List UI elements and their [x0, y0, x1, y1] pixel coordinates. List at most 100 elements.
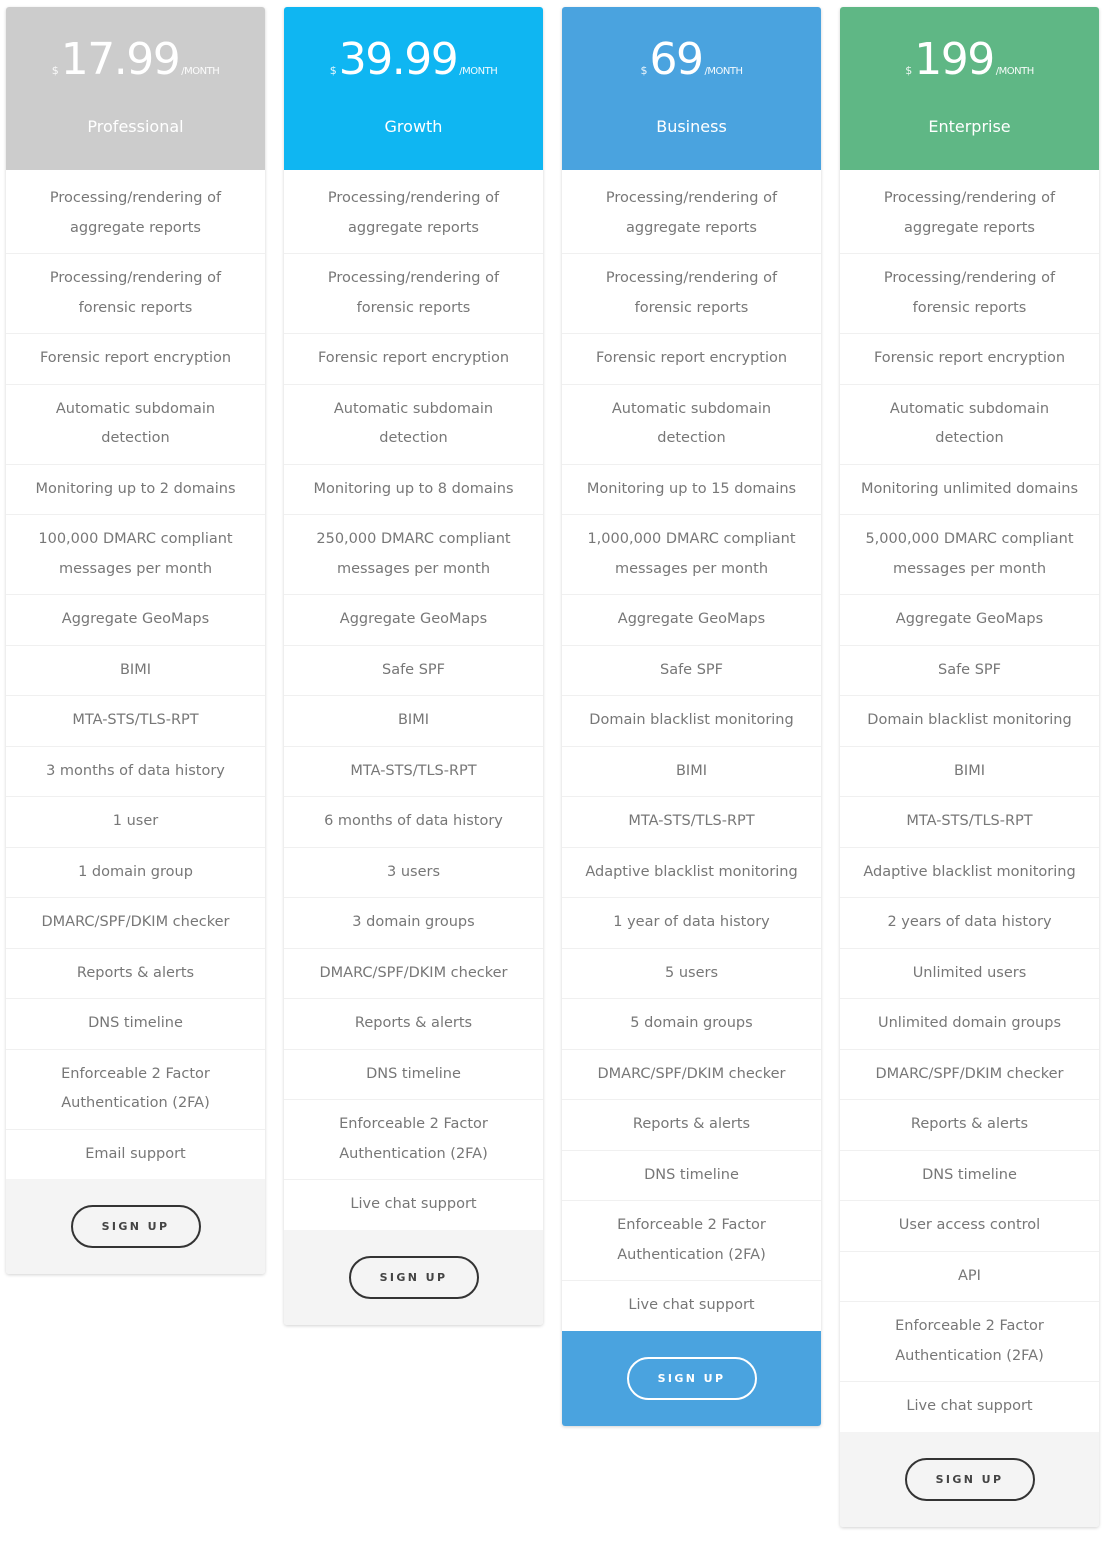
feature-item: Forensic report encryption: [284, 333, 543, 384]
feature-item: Forensic report encryption: [6, 333, 265, 384]
feature-item: 250,000 DMARC compliant messages per mon…: [284, 514, 543, 594]
feature-item: Processing/rendering of aggregate report…: [883, 190, 1056, 236]
plan-name: Business: [656, 117, 727, 136]
feature-item: 1 year of data history: [562, 897, 821, 948]
pricing-card-growth: $39.99/MONTH Growth Processing/rendering o…: [284, 7, 543, 1325]
feature-item: DNS timeline: [840, 1149, 1099, 1201]
price-amount: 69: [649, 34, 705, 85]
feature-item: Aggregate GeoMaps: [6, 594, 265, 645]
feature-item: 3 domain groups: [284, 897, 543, 948]
feature-item: Unlimited users: [840, 947, 1099, 999]
feature-item: 100,000 DMARC compliant messages per mon…: [6, 514, 265, 594]
feature-item: Enforceable 2 Factor Authentication (2FA…: [840, 1301, 1099, 1381]
feature-item: Unlimited domain groups: [840, 998, 1099, 1049]
feature-item: Processing/rendering of aggregate report…: [327, 190, 500, 236]
feature-item: Forensic report encryption: [562, 333, 821, 384]
feature-item: MTA-STS/TLS-RPT: [284, 745, 543, 797]
card-header: $199/MONTH Enterprise: [840, 7, 1099, 170]
price: $17.99/MONTH: [6, 35, 265, 85]
feature-item: Processing/rendering of forensic reports: [562, 253, 821, 333]
feature-item: 5 users: [562, 947, 821, 999]
feature-item: User access control: [840, 1200, 1099, 1251]
sign-up-button[interactable]: SIGN UP: [70, 1205, 201, 1248]
price: $69/MONTH: [562, 35, 821, 85]
feature-item: BIMI: [284, 695, 543, 746]
card-header: $39.99/MONTH Growth: [284, 7, 543, 170]
feature-item: BIMI: [562, 745, 821, 797]
feature-item: Reports & alerts: [840, 1099, 1099, 1150]
plan-name: Growth: [384, 117, 443, 136]
feature-item: BIMI: [840, 745, 1099, 797]
price: $199/MONTH: [840, 35, 1099, 85]
feature-item: DMARC/SPF/DKIM checker: [562, 1048, 821, 1100]
feature-item: 2 years of data history: [840, 897, 1099, 948]
feature-item: Adaptive blacklist monitoring: [840, 846, 1099, 898]
feature-item: BIMI: [6, 644, 265, 696]
feature-item: Safe SPF: [840, 644, 1099, 696]
price-period: /MONTH: [459, 66, 498, 77]
feature-item: Automatic subdomain detection: [562, 383, 821, 464]
feature-item: Domain blacklist monitoring: [840, 695, 1099, 746]
pricing-card-professional: $17.99/MONTH Professional Processing/rende…: [6, 7, 265, 1274]
feature-item: Email support: [6, 1128, 265, 1180]
feature-item: DMARC/SPF/DKIM checker: [284, 947, 543, 999]
feature-list: Processing/rendering of aggregate report…: [6, 170, 265, 1179]
feature-item: Live chat support: [840, 1381, 1099, 1432]
feature-item: Safe SPF: [562, 644, 821, 696]
feature-item: MTA-STS/TLS-RPT: [6, 695, 265, 746]
feature-list: Processing/rendering of aggregate report…: [840, 170, 1099, 1432]
feature-item: Live chat support: [284, 1179, 543, 1230]
pricing-card-enterprise: $199/MONTH Enterprise Processing/rendering…: [840, 7, 1099, 1527]
price-period: /MONTH: [181, 66, 220, 77]
sign-up-button[interactable]: SIGN UP: [904, 1457, 1035, 1501]
feature-item: Processing/rendering of aggregate report…: [49, 190, 222, 236]
feature-item: Adaptive blacklist monitoring: [562, 846, 821, 898]
feature-item: Processing/rendering of forensic reports: [6, 253, 265, 333]
card-footer: SIGN UP: [840, 1431, 1099, 1527]
feature-item: DNS timeline: [6, 998, 265, 1049]
feature-item: 5,000,000 DMARC compliant messages per m…: [840, 514, 1099, 594]
feature-item: Aggregate GeoMaps: [840, 594, 1099, 645]
feature-item: Enforceable 2 Factor Authentication (2FA…: [562, 1200, 821, 1280]
feature-item: DNS timeline: [284, 1048, 543, 1100]
feature-item: DMARC/SPF/DKIM checker: [6, 897, 265, 948]
price-amount: 39.99: [338, 34, 459, 85]
feature-item: MTA-STS/TLS-RPT: [840, 796, 1099, 847]
price-period: /MONTH: [704, 66, 743, 77]
feature-item: Automatic subdomain detection: [840, 383, 1099, 464]
card-footer: SIGN UP: [284, 1229, 543, 1325]
plan-name: Professional: [87, 117, 184, 136]
sign-up-button[interactable]: SIGN UP: [626, 1356, 757, 1400]
feature-item: Enforceable 2 Factor Authentication (2FA…: [284, 1099, 543, 1179]
feature-item: 1 domain group: [6, 846, 265, 898]
feature-item: 1 user: [6, 796, 265, 847]
currency-symbol: $: [51, 64, 59, 77]
plan-name: Enterprise: [928, 117, 1011, 136]
feature-item: 1,000,000 DMARC compliant messages per m…: [562, 514, 821, 594]
feature-item: Monitoring unlimited domains: [840, 463, 1099, 515]
sign-up-button[interactable]: SIGN UP: [348, 1255, 479, 1299]
price-amount: 199: [914, 34, 995, 85]
feature-item: Monitoring up to 2 domains: [6, 463, 265, 515]
price-amount: 17.99: [60, 34, 181, 85]
feature-item: Reports & alerts: [562, 1099, 821, 1150]
card-footer: SIGN UP: [562, 1330, 821, 1426]
feature-item: Aggregate GeoMaps: [562, 594, 821, 645]
price-period: /MONTH: [995, 66, 1034, 77]
feature-item: MTA-STS/TLS-RPT: [562, 796, 821, 847]
feature-item: Monitoring up to 8 domains: [284, 463, 543, 515]
currency-symbol: $: [905, 64, 913, 77]
feature-item: Reports & alerts: [284, 998, 543, 1049]
feature-item: Domain blacklist monitoring: [562, 695, 821, 746]
feature-item: 6 months of data history: [284, 796, 543, 847]
feature-item: DNS timeline: [562, 1149, 821, 1201]
card-header: $17.99/MONTH Professional: [6, 7, 265, 170]
feature-item: DMARC/SPF/DKIM checker: [840, 1048, 1099, 1100]
feature-item: Forensic report encryption: [840, 333, 1099, 384]
feature-item: Monitoring up to 15 domains: [562, 463, 821, 515]
feature-item: Processing/rendering of forensic reports: [840, 253, 1099, 333]
feature-list: Processing/rendering of aggregate report…: [284, 170, 543, 1230]
feature-item: Reports & alerts: [6, 947, 265, 999]
card-footer: SIGN UP: [6, 1179, 265, 1274]
currency-symbol: $: [329, 64, 337, 77]
